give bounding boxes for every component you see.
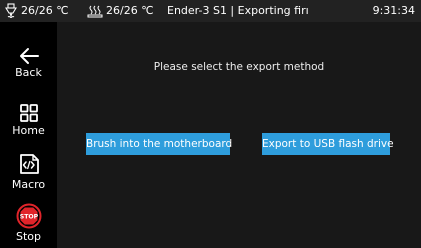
home-grid-icon: [19, 104, 38, 122]
bed-icon: [87, 5, 103, 18]
status-bar: 26/26 ℃ 26/26 ℃ Ender-3 S1 | Exporting f…: [0, 0, 421, 22]
sidebar-item-stop[interactable]: STOP Stop: [0, 203, 57, 243]
sidebar-item-label: Back: [15, 66, 42, 79]
stop-icon: STOP: [16, 203, 41, 229]
export-prompt: Please select the export method: [153, 61, 325, 73]
back-arrow-icon: [19, 48, 39, 64]
bed-temp: 26/26 ℃: [87, 0, 154, 22]
sidebar-item-macro[interactable]: Macro: [0, 153, 57, 191]
sidebar-item-label: Macro: [11, 178, 46, 191]
sidebar: Back Home Macro STOP Stop: [0, 22, 57, 248]
printer-title: Ender-3 S1 | Exporting firı: [167, 0, 309, 22]
printer-title-text: Ender-3 S1 | Exporting firı: [167, 4, 309, 17]
nozzle-temp-value: 26/26 ℃: [21, 4, 69, 17]
sidebar-item-label: Stop: [15, 230, 41, 243]
nozzle-icon: [5, 3, 17, 18]
macro-code-icon: [19, 154, 39, 174]
clock-text: 9:31:34: [372, 4, 415, 17]
clock: 9:31:34: [373, 0, 415, 22]
brush-motherboard-button[interactable]: Brush into the motherboard: [86, 133, 232, 155]
sidebar-item-label: Home: [12, 124, 45, 137]
sidebar-item-back[interactable]: Back: [0, 47, 57, 79]
bed-temp-value: 26/26 ℃: [106, 4, 154, 17]
stop-icon-text: STOP: [19, 214, 38, 221]
main-panel: Please select the export method Brush in…: [57, 22, 421, 248]
nozzle-temp: 26/26 ℃: [4, 0, 69, 22]
export-usb-button[interactable]: Export to USB flash drive: [262, 133, 394, 155]
sidebar-item-home[interactable]: Home: [0, 103, 57, 137]
